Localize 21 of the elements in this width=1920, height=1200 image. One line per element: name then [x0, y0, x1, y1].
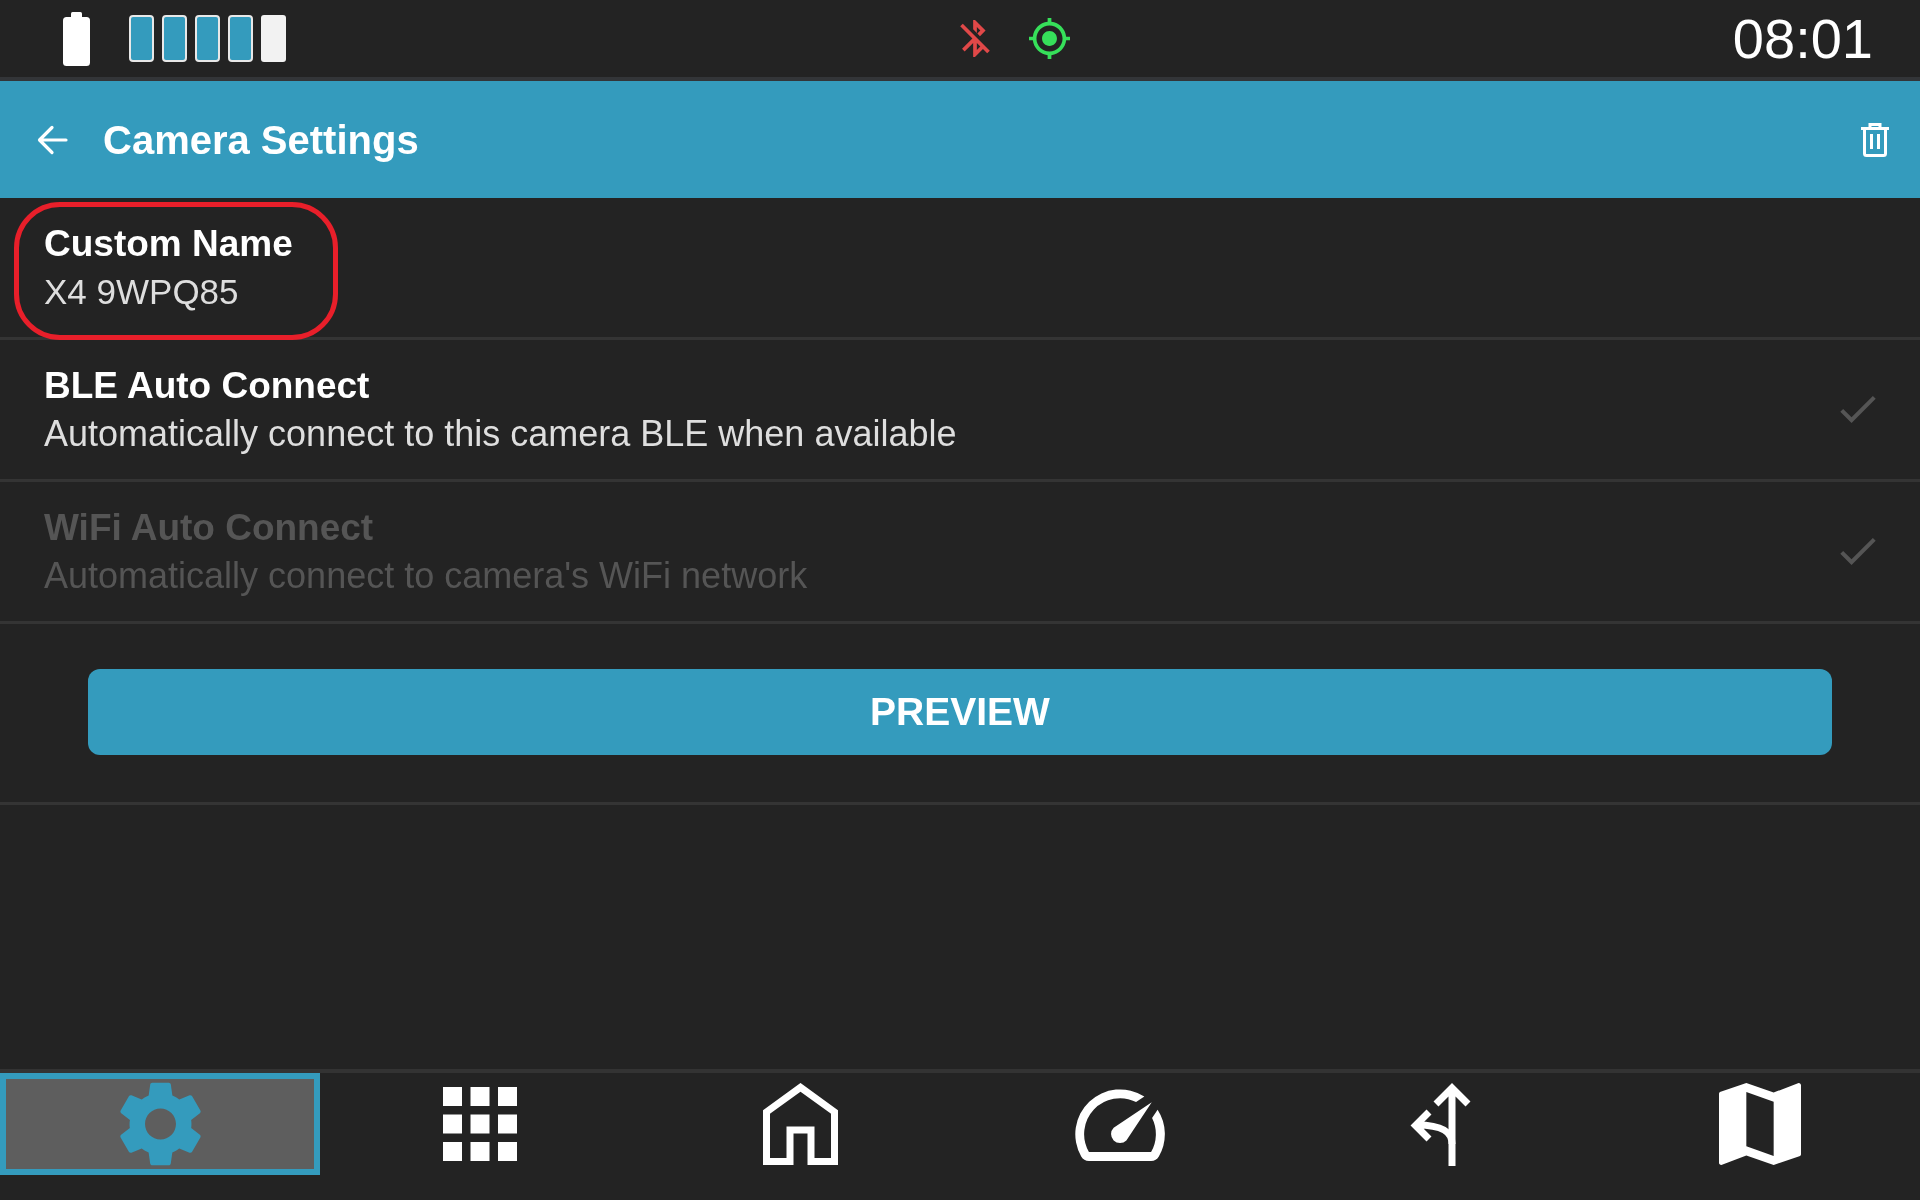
check-icon[interactable]	[1840, 396, 1876, 423]
setting-title: BLE Auto Connect	[44, 363, 371, 408]
setting-description: Automatically connect to this camera BLE when available	[44, 411, 957, 456]
location-target-icon	[1029, 18, 1070, 59]
level-bars-icon	[129, 15, 286, 62]
setting-title: Custom Name	[44, 221, 293, 266]
grid-icon	[443, 1087, 517, 1161]
map-icon	[1719, 1083, 1801, 1165]
preview-button[interactable]: PREVIEW	[88, 669, 1832, 755]
speedometer-icon	[1074, 1087, 1166, 1161]
page-title: Camera Settings	[103, 116, 419, 164]
settings-icon	[119, 1081, 201, 1167]
bluetooth-off-icon	[960, 20, 990, 57]
back-arrow-icon	[37, 124, 68, 155]
back-button[interactable]	[37, 124, 68, 155]
home-icon	[762, 1083, 838, 1165]
delete-button[interactable]	[1860, 122, 1890, 157]
clock-time: 08:01	[1732, 6, 1873, 71]
trash-icon	[1860, 122, 1890, 157]
battery-icon	[63, 11, 90, 66]
setting-value: X4 9WPQ85	[44, 270, 240, 313]
